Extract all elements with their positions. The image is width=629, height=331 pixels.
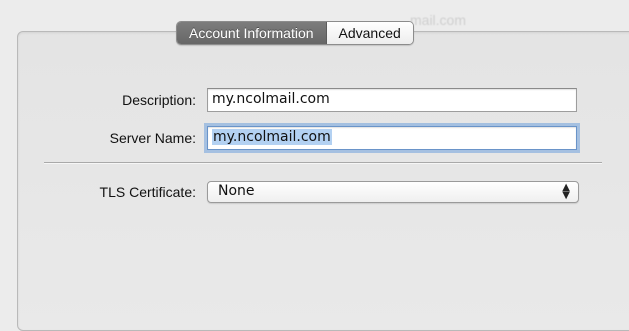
tab-bar: Account Information Advanced — [176, 21, 414, 45]
up-down-chevron-icon: ▲ ▼ — [562, 182, 570, 201]
server-name-label: Server Name: — [109, 130, 196, 146]
tab-advanced[interactable]: Advanced — [326, 22, 413, 44]
tls-certificate-popup[interactable]: None ▲ ▼ — [207, 181, 579, 203]
server-name-field[interactable]: my.ncolmail.com — [207, 126, 577, 150]
server-name-selected-text: my.ncolmail.com — [212, 129, 332, 145]
tls-certificate-label: TLS Certificate: — [99, 184, 196, 200]
description-field[interactable]: my.ncolmail.com — [207, 88, 577, 112]
background-ghost-email: mail.com — [410, 12, 467, 28]
section-divider — [44, 162, 602, 163]
tls-certificate-value: None — [218, 183, 255, 199]
tab-account-information[interactable]: Account Information — [177, 22, 327, 44]
description-label: Description: — [122, 92, 196, 108]
